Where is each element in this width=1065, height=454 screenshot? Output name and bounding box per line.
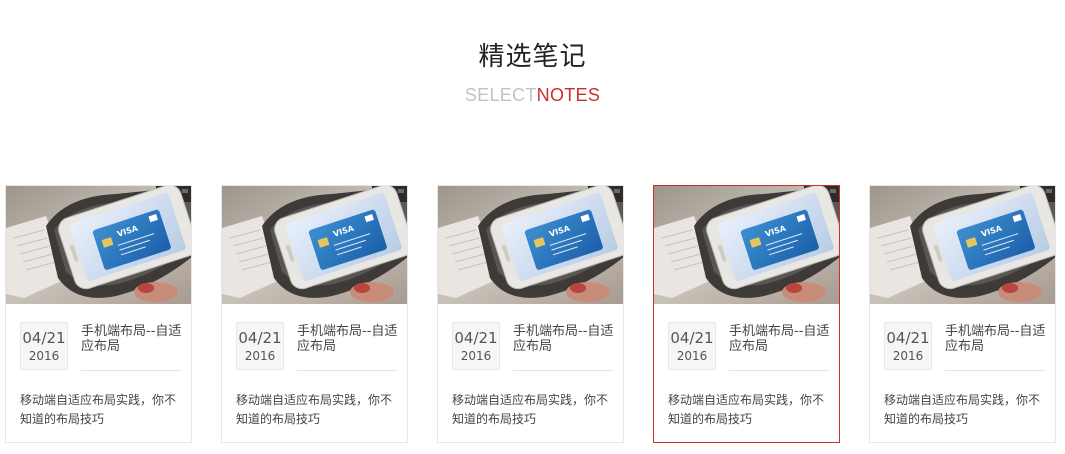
date-year: 2016 [460, 349, 492, 363]
date-badge: 04/21 2016 [236, 322, 284, 370]
title-divider [945, 370, 1045, 371]
card-image[interactable]: VISA [654, 186, 839, 304]
date-badge: 04/21 2016 [668, 322, 716, 370]
card-title[interactable]: 手机端布局--自适应布局 [297, 324, 399, 354]
date-month-day: 04/21 [22, 329, 66, 347]
subtitle-notes: NOTES [536, 85, 601, 105]
card-image[interactable]: VISA [222, 186, 407, 304]
card-description: 移动端自适应布局实践，你不知道的布局技巧 [668, 393, 825, 426]
date-badge: 04/21 2016 [452, 322, 500, 370]
date-month-day: 04/21 [238, 329, 282, 347]
date-badge: 04/21 2016 [884, 322, 932, 370]
date-badge: 04/21 2016 [20, 322, 68, 370]
card-image[interactable]: VISA [870, 186, 1055, 304]
phone-payment-photo-icon: VISA [654, 186, 839, 304]
section-title: 精选笔记 [478, 42, 587, 72]
card-title[interactable]: 手机端布局--自适应布局 [729, 324, 831, 354]
phone-payment-photo-icon: VISA [222, 186, 407, 304]
date-year: 2016 [676, 349, 708, 363]
phone-payment-photo-icon: VISA [438, 186, 623, 304]
subtitle-select: SELECT [464, 85, 537, 105]
card-image[interactable]: VISA [438, 186, 623, 304]
card-description: 移动端自适应布局实践，你不知道的布局技巧 [452, 393, 609, 426]
notes-card-list: VISA 04/21 2016 手机端布局--自适应布局 移动端自适应布局实践，… [0, 185, 1065, 445]
note-card[interactable]: VISA 04/21 2016 手机端布局--自适应布局 移动端自适应布局实践，… [221, 185, 408, 443]
phone-payment-photo-icon: VISA [870, 186, 1055, 304]
card-image[interactable]: VISA [6, 186, 191, 304]
note-card[interactable]: VISA 04/21 2016 手机端布局--自适应布局 移动端自适应布局实践，… [5, 185, 192, 443]
date-month-day: 04/21 [670, 329, 714, 347]
title-divider [513, 370, 613, 371]
card-title[interactable]: 手机端布局--自适应布局 [81, 324, 183, 354]
card-description: 移动端自适应布局实践，你不知道的布局技巧 [20, 393, 177, 426]
date-year: 2016 [244, 349, 276, 363]
card-title[interactable]: 手机端布局--自适应布局 [945, 324, 1047, 354]
title-divider [729, 370, 829, 371]
date-year: 2016 [892, 349, 924, 363]
card-description: 移动端自适应布局实践，你不知道的布局技巧 [236, 393, 393, 426]
note-card[interactable]: VISA 04/21 2016 手机端布局--自适应布局 移动端自适应布局实践，… [653, 185, 840, 443]
note-card[interactable]: VISA 04/21 2016 手机端布局--自适应布局 移动端自适应布局实践，… [869, 185, 1056, 443]
date-month-day: 04/21 [454, 329, 498, 347]
card-description: 移动端自适应布局实践，你不知道的布局技巧 [884, 393, 1041, 426]
card-title[interactable]: 手机端布局--自适应布局 [513, 324, 615, 354]
phone-payment-photo-icon: VISA [6, 186, 191, 304]
note-card[interactable]: VISA 04/21 2016 手机端布局--自适应布局 移动端自适应布局实践，… [437, 185, 624, 443]
notes-section: 精选笔记 SELECTNOTES VISA 04/21 2016 手机端布局--… [0, 0, 1065, 454]
title-divider [81, 370, 181, 371]
title-divider [297, 370, 397, 371]
date-year: 2016 [28, 349, 60, 363]
date-month-day: 04/21 [886, 329, 930, 347]
section-subtitle: SELECTNOTES [0, 85, 1065, 106]
